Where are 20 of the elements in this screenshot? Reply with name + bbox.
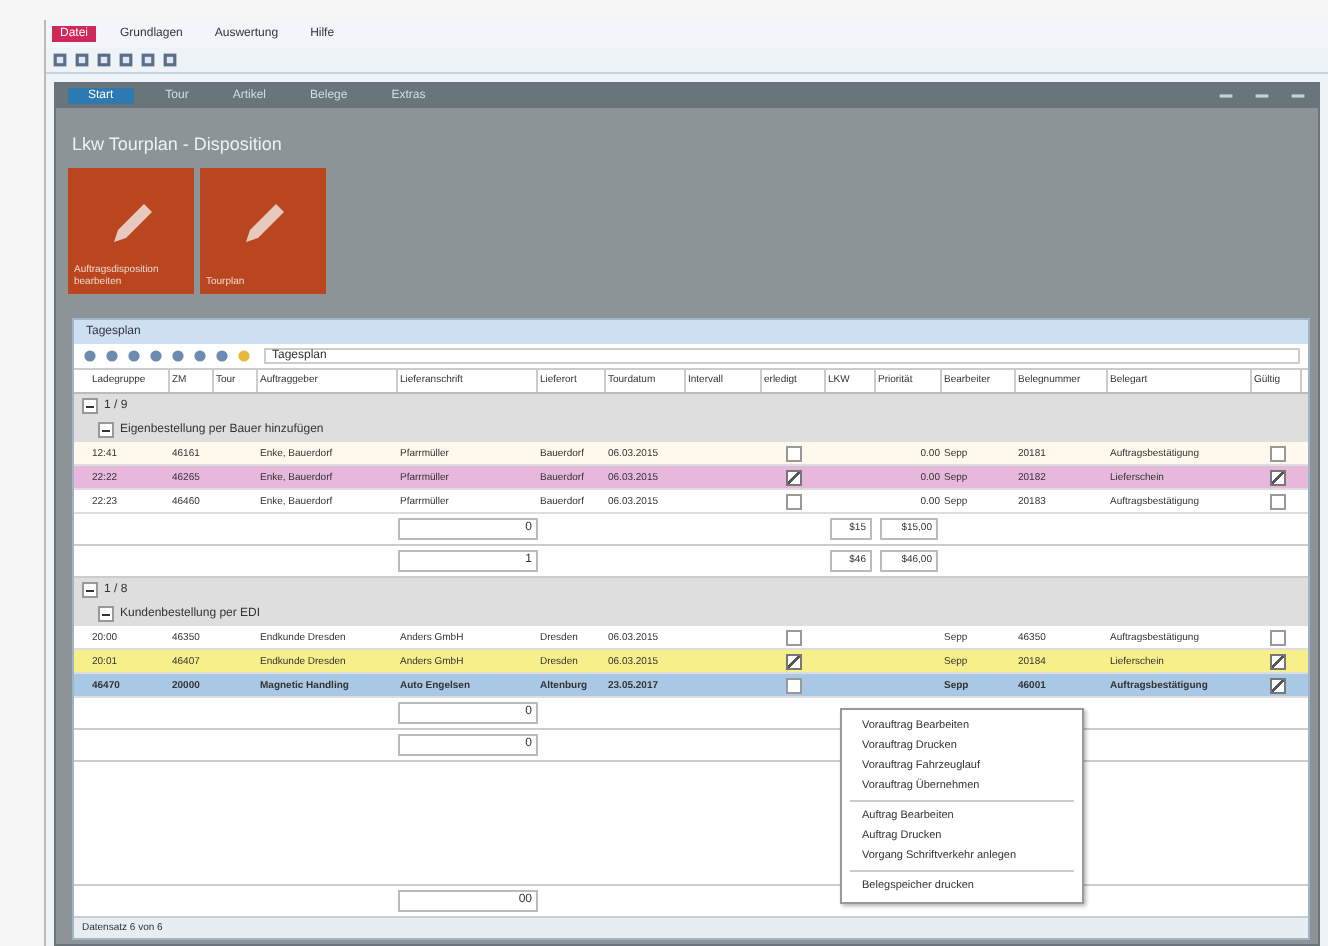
expand-toggle[interactable]: [98, 606, 114, 622]
checkbox[interactable]: [786, 653, 802, 669]
expand-toggle[interactable]: [82, 398, 98, 414]
checkbox[interactable]: [786, 629, 802, 645]
window-control-icon[interactable]: [1290, 88, 1306, 104]
window-control-icon[interactable]: [1254, 88, 1270, 104]
checkbox[interactable]: [786, 677, 802, 693]
checkbox[interactable]: [1269, 677, 1285, 693]
checkbox[interactable]: [786, 445, 802, 461]
checkbox[interactable]: [1269, 629, 1285, 645]
checkbox[interactable]: [1269, 469, 1285, 485]
expand-toggle[interactable]: [82, 582, 98, 598]
expand-toggle[interactable]: [98, 422, 114, 438]
window-control-icon[interactable]: [1218, 88, 1234, 104]
checkbox[interactable]: [786, 469, 802, 485]
checkbox[interactable]: [786, 493, 802, 509]
page-title: Lkw Tourplan - Disposition: [72, 134, 282, 154]
checkbox[interactable]: [1269, 653, 1285, 669]
checkbox[interactable]: [1269, 445, 1285, 461]
checkbox[interactable]: [1269, 493, 1285, 509]
